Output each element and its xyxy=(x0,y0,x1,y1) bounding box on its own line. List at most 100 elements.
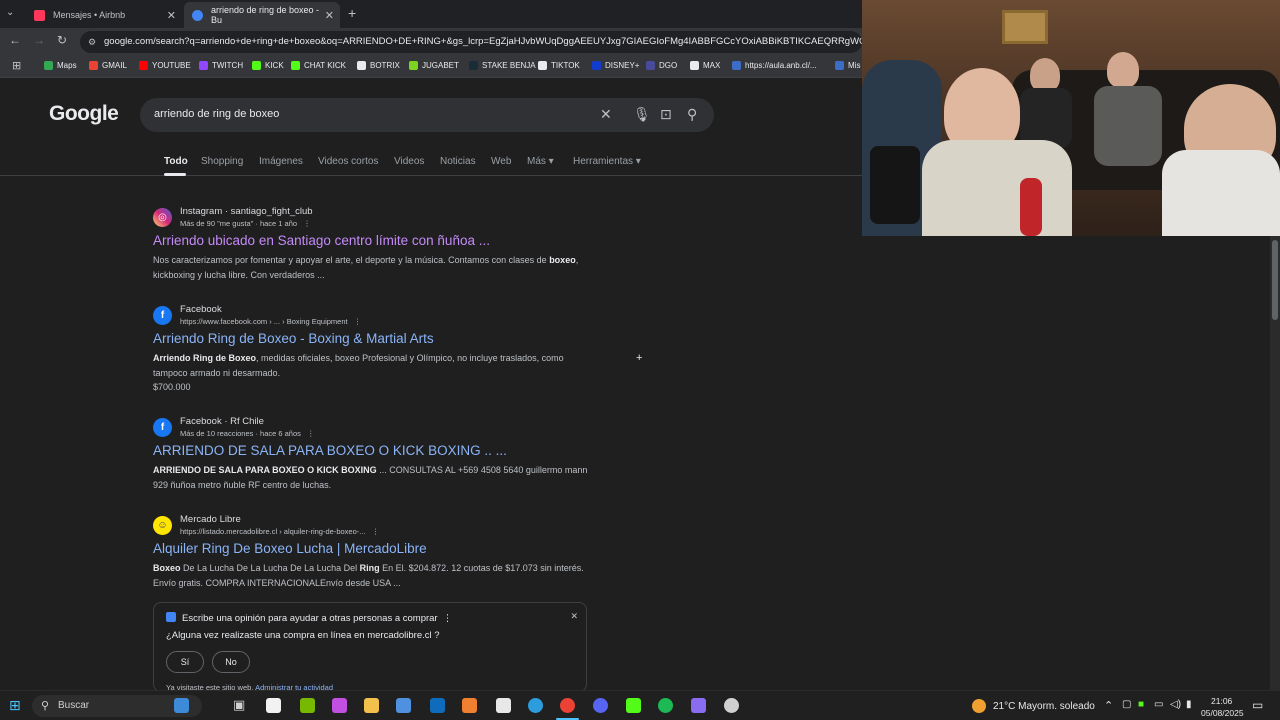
microphone-tray-icon[interactable]: ▮ xyxy=(1186,699,1192,710)
reload-icon[interactable]: ↻ xyxy=(57,33,67,47)
tray-app-icon[interactable]: ■ xyxy=(1138,699,1144,710)
store-icon[interactable] xyxy=(266,698,281,713)
more-options-icon[interactable]: ⋮ xyxy=(307,429,315,438)
copilot-icon[interactable] xyxy=(332,698,347,713)
tab-todo[interactable]: Todo xyxy=(164,156,188,167)
site-info-icon[interactable]: ⚙ xyxy=(88,31,96,53)
bookmark-item[interactable]: DISNEY+ xyxy=(592,61,639,70)
outlook-icon[interactable] xyxy=(430,698,445,713)
app-purple-icon[interactable] xyxy=(691,698,706,713)
files-icon[interactable] xyxy=(396,698,411,713)
bookmark-label: KICK xyxy=(265,61,284,70)
network-icon[interactable]: ▭ xyxy=(1154,699,1163,710)
tab-noticias[interactable]: Noticias xyxy=(440,156,476,167)
app-orange-icon[interactable] xyxy=(462,698,477,713)
close-tab-icon[interactable]: ✕ xyxy=(167,9,176,22)
bookmark-label: TIKTOK xyxy=(551,61,580,70)
lens-camera-icon[interactable]: ⊡ xyxy=(660,106,672,123)
result-source: Facebook xyxy=(180,304,222,315)
google-logo[interactable]: Google xyxy=(49,102,119,126)
bookmark-item[interactable]: Mis xyxy=(835,61,860,70)
clock-date[interactable]: 05/08/2025 xyxy=(1201,708,1244,718)
tab-web[interactable]: Web xyxy=(491,156,511,167)
result-url: https://www.facebook.com › ... › Boxing … xyxy=(180,317,362,326)
obs-icon[interactable] xyxy=(724,698,739,713)
more-options-icon[interactable]: ⋮ xyxy=(372,527,380,536)
address-bar[interactable]: ⚙ google.com/search?q=arriendo+de+ring+d… xyxy=(80,31,862,53)
no-button[interactable]: No xyxy=(212,651,250,673)
yes-button[interactable]: Sí xyxy=(166,651,204,673)
chrome-icon[interactable] xyxy=(560,698,575,713)
tab-imagenes[interactable]: Imágenes xyxy=(259,156,303,167)
bookmark-favicon-icon xyxy=(291,61,300,70)
bookmark-item[interactable]: Maps xyxy=(44,61,77,70)
bookmark-favicon-icon xyxy=(357,61,366,70)
folder-icon[interactable] xyxy=(364,698,379,713)
bookmark-item[interactable]: STAKE BENJA xyxy=(469,61,536,70)
more-options-icon[interactable]: ⋮ xyxy=(443,613,453,624)
bookmark-label: MAX xyxy=(703,61,721,70)
page-scrollbar[interactable] xyxy=(1270,236,1280,690)
result-title-link[interactable]: Alquiler Ring De Boxeo Lucha | MercadoLi… xyxy=(153,541,427,556)
tab-videos[interactable]: Videos xyxy=(394,156,424,167)
capcut-icon[interactable] xyxy=(496,698,511,713)
search-input[interactable]: arriendo de ring de boxeo ✕ 🎙 ⊡ ⚲ xyxy=(140,98,714,132)
bookmark-item[interactable]: https://aula.anb.cl/... xyxy=(732,61,817,70)
bookmark-label: DISNEY+ xyxy=(605,61,640,70)
bookmark-favicon-icon xyxy=(646,61,655,70)
result-title-link[interactable]: Arriendo Ring de Boxeo - Boxing & Martia… xyxy=(153,331,434,346)
bookmark-item[interactable]: CHAT KICK xyxy=(291,61,346,70)
bookmark-item[interactable]: TIKTOK xyxy=(538,61,580,70)
apps-grid-icon[interactable]: ⊞ xyxy=(12,59,21,72)
forward-arrow-icon[interactable]: → xyxy=(33,33,45,47)
result-title-link[interactable]: ARRIENDO DE SALA PARA BOXEO O KICK BOXIN… xyxy=(153,443,507,458)
clear-search-icon[interactable]: ✕ xyxy=(600,106,612,123)
tab-videos-cortos[interactable]: Videos cortos xyxy=(318,156,378,167)
tab-airbnb[interactable]: Mensajes • Airbnb ✕ xyxy=(26,2,182,28)
bookmark-item[interactable]: DGO xyxy=(646,61,677,70)
back-arrow-icon[interactable]: ← xyxy=(9,33,21,47)
scroll-thumb[interactable] xyxy=(1272,240,1278,320)
edge-icon[interactable] xyxy=(528,698,543,713)
tab-search-chevron-icon[interactable]: ⌄ xyxy=(6,7,14,18)
microphone-icon[interactable]: 🎙 xyxy=(633,106,651,123)
nvidia-icon[interactable] xyxy=(300,698,315,713)
spotify-icon[interactable] xyxy=(658,698,673,713)
notifications-icon[interactable]: ▭ xyxy=(1252,698,1263,712)
bookmark-favicon-icon xyxy=(835,61,844,70)
more-options-icon[interactable]: ⋮ xyxy=(354,317,362,326)
tray-chevron-icon[interactable]: ⌃ xyxy=(1104,699,1113,712)
bookmark-item[interactable]: GMAIL xyxy=(89,61,127,70)
tray-app-icon[interactable]: ▢ xyxy=(1122,699,1131,710)
facebook-icon: f xyxy=(153,418,172,437)
close-icon[interactable]: ✕ xyxy=(570,611,578,622)
person-head xyxy=(1030,58,1060,92)
clock-time[interactable]: 21:06 xyxy=(1211,696,1232,706)
bookmark-item[interactable]: KICK xyxy=(252,61,284,70)
volume-icon[interactable]: ◁) xyxy=(1170,699,1181,710)
tab-shopping[interactable]: Shopping xyxy=(201,156,243,167)
app-green-icon[interactable] xyxy=(626,698,641,713)
task-view-icon[interactable]: ▣ xyxy=(233,697,245,713)
windows-start-icon[interactable]: ⊞ xyxy=(9,697,21,714)
result-title-link[interactable]: Arriendo ubicado en Santiago centro lími… xyxy=(153,233,490,248)
bookmark-item[interactable]: TWITCH xyxy=(199,61,243,70)
file-explorer-icon[interactable] xyxy=(174,698,189,713)
result-snippet: Boxeo De La Lucha De La Lucha De La Luch… xyxy=(153,563,584,588)
discord-icon[interactable] xyxy=(593,698,608,713)
new-tab-plus-icon[interactable]: + xyxy=(348,5,356,21)
tab-mas[interactable]: Más ▾ xyxy=(527,156,554,167)
weather-text[interactable]: 21°C Mayorm. soleado xyxy=(993,701,1095,712)
mercadolibre-icon: ☺ xyxy=(153,516,172,535)
search-icon[interactable]: ⚲ xyxy=(687,106,697,123)
bookmarks-bar: ⊞ Maps GMAIL YOUTUBE TWITCH KICK CHAT KICK BOT… xyxy=(0,56,862,78)
bookmark-item[interactable]: BOTRIX xyxy=(357,61,400,70)
tab-herramientas[interactable]: Herramientas ▾ xyxy=(573,156,641,167)
more-options-icon[interactable]: ⋮ xyxy=(303,219,311,228)
bookmark-item[interactable]: MAX xyxy=(690,61,720,70)
tab-google-search[interactable]: arriendo de ring de boxeo - Bu ✕ xyxy=(184,2,340,28)
bookmark-item[interactable]: JUGABET xyxy=(409,61,459,70)
bookmark-favicon-icon xyxy=(732,61,741,70)
bookmark-item[interactable]: YOUTUBE xyxy=(139,61,191,70)
close-tab-icon[interactable]: ✕ xyxy=(325,9,334,22)
